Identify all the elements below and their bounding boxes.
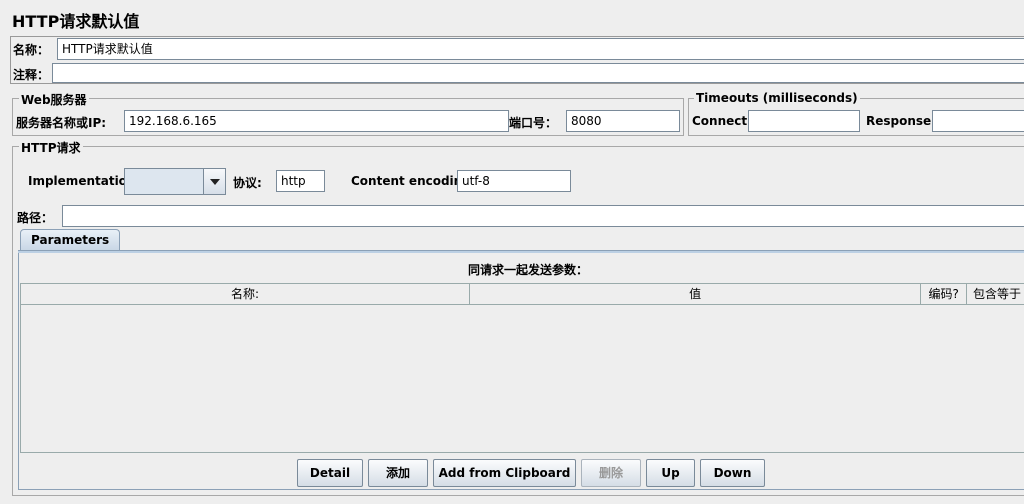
path-label: 路径： [17,211,54,225]
comment-field[interactable] [52,63,1024,83]
name-label: 名称： [13,43,50,57]
response-field[interactable] [932,110,1024,132]
port-field[interactable]: 8080 [566,110,680,132]
down-button[interactable]: Down [700,459,765,487]
path-field[interactable] [62,205,1024,227]
add-button[interactable]: 添加 [368,459,428,487]
protocol-label: 协议: [233,176,262,190]
column-include-equals-header[interactable]: 包含等于 [967,284,1024,304]
server-field[interactable]: 192.168.6.165 [124,110,509,132]
server-label: 服务器名称或IP: [16,116,107,130]
connect-label: Connect: [692,114,752,128]
port-label: 端口号： [509,116,558,130]
implementation-value [125,169,133,194]
delete-button[interactable]: 删除 [581,459,641,487]
web-server-group-title: Web服务器 [19,91,89,108]
chevron-down-icon[interactable] [203,169,225,194]
parameters-table-header: 名称: 值 编码? 包含等于 [20,283,1024,305]
parameters-table-body[interactable] [20,305,1024,453]
implementation-select[interactable] [124,168,226,195]
page-title: HTTP请求默认值 [12,12,140,31]
tab-parameters[interactable]: Parameters [20,229,121,250]
add-from-clipboard-button[interactable]: Add from Clipboard [433,459,576,487]
detail-button[interactable]: Detail [297,459,363,487]
name-field[interactable]: HTTP请求默认值 [57,38,1024,60]
http-request-group-title: HTTP请求 [19,139,83,156]
column-value-header[interactable]: 值 [470,284,922,304]
connect-field[interactable] [748,110,860,132]
comment-label: 注释： [13,68,50,82]
tab-accent-line [18,251,1024,253]
response-label: Response: [866,114,936,128]
encoding-field[interactable]: utf-8 [457,170,571,192]
column-encode-header[interactable]: 编码? [921,284,968,304]
parameters-caption: 同请求一起发送参数： [467,263,588,277]
timeouts-group-title: Timeouts (milliseconds) [694,91,860,105]
up-button[interactable]: Up [646,459,695,487]
protocol-field[interactable]: http [276,170,325,192]
column-name-header[interactable]: 名称: [21,284,471,304]
